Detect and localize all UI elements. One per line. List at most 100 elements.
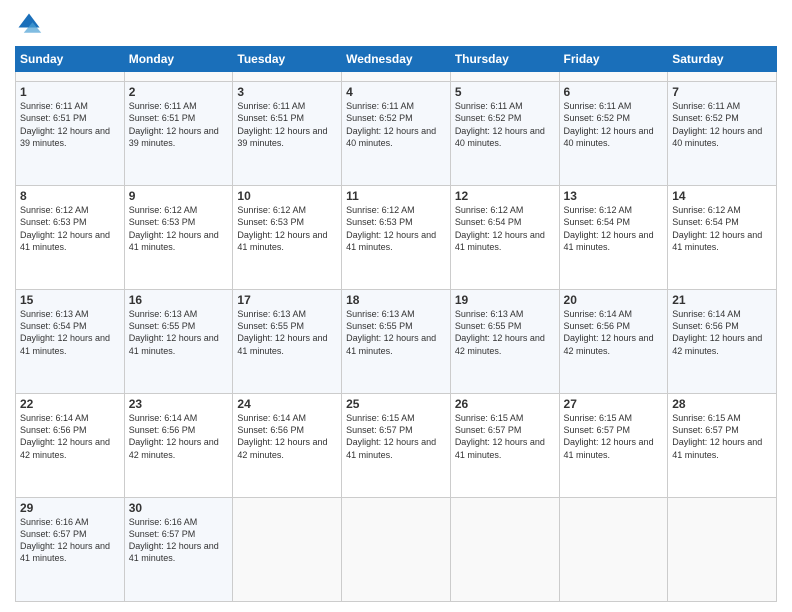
day-number: 1 [20,85,120,99]
calendar-cell: 5 Sunrise: 6:11 AMSunset: 6:52 PMDayligh… [450,82,559,186]
cell-info: Sunrise: 6:11 AMSunset: 6:52 PMDaylight:… [346,101,436,147]
cell-info: Sunrise: 6:12 AMSunset: 6:53 PMDaylight:… [346,205,436,251]
calendar-cell: 17 Sunrise: 6:13 AMSunset: 6:55 PMDaylig… [233,290,342,394]
cell-info: Sunrise: 6:12 AMSunset: 6:54 PMDaylight:… [672,205,762,251]
cell-info: Sunrise: 6:12 AMSunset: 6:53 PMDaylight:… [129,205,219,251]
cell-info: Sunrise: 6:14 AMSunset: 6:56 PMDaylight:… [237,413,327,459]
calendar-cell: 30 Sunrise: 6:16 AMSunset: 6:57 PMDaylig… [124,498,233,602]
day-number: 22 [20,397,120,411]
cell-info: Sunrise: 6:13 AMSunset: 6:55 PMDaylight:… [346,309,436,355]
cell-info: Sunrise: 6:13 AMSunset: 6:55 PMDaylight:… [129,309,219,355]
calendar-cell [559,498,668,602]
calendar-cell: 15 Sunrise: 6:13 AMSunset: 6:54 PMDaylig… [16,290,125,394]
calendar-cell [559,72,668,82]
day-number: 19 [455,293,555,307]
calendar-cell [16,72,125,82]
cell-info: Sunrise: 6:15 AMSunset: 6:57 PMDaylight:… [455,413,545,459]
calendar-cell: 21 Sunrise: 6:14 AMSunset: 6:56 PMDaylig… [668,290,777,394]
day-number: 20 [564,293,664,307]
calendar-cell: 20 Sunrise: 6:14 AMSunset: 6:56 PMDaylig… [559,290,668,394]
calendar-cell: 12 Sunrise: 6:12 AMSunset: 6:54 PMDaylig… [450,186,559,290]
calendar-cell [450,72,559,82]
cell-info: Sunrise: 6:11 AMSunset: 6:51 PMDaylight:… [237,101,327,147]
cell-info: Sunrise: 6:15 AMSunset: 6:57 PMDaylight:… [564,413,654,459]
cell-info: Sunrise: 6:11 AMSunset: 6:52 PMDaylight:… [672,101,762,147]
cell-info: Sunrise: 6:16 AMSunset: 6:57 PMDaylight:… [129,517,219,563]
day-number: 5 [455,85,555,99]
day-number: 18 [346,293,446,307]
calendar-cell [233,498,342,602]
day-number: 11 [346,189,446,203]
calendar-cell: 28 Sunrise: 6:15 AMSunset: 6:57 PMDaylig… [668,394,777,498]
day-number: 14 [672,189,772,203]
calendar-cell [124,72,233,82]
day-number: 2 [129,85,229,99]
day-number: 24 [237,397,337,411]
cell-info: Sunrise: 6:13 AMSunset: 6:55 PMDaylight:… [455,309,545,355]
cell-info: Sunrise: 6:11 AMSunset: 6:52 PMDaylight:… [455,101,545,147]
calendar-cell: 19 Sunrise: 6:13 AMSunset: 6:55 PMDaylig… [450,290,559,394]
calendar-cell: 6 Sunrise: 6:11 AMSunset: 6:52 PMDayligh… [559,82,668,186]
calendar-cell: 16 Sunrise: 6:13 AMSunset: 6:55 PMDaylig… [124,290,233,394]
calendar-header-row: SundayMondayTuesdayWednesdayThursdayFrid… [16,47,777,72]
day-number: 6 [564,85,664,99]
column-header-tuesday: Tuesday [233,47,342,72]
day-number: 7 [672,85,772,99]
calendar-cell: 29 Sunrise: 6:16 AMSunset: 6:57 PMDaylig… [16,498,125,602]
cell-info: Sunrise: 6:15 AMSunset: 6:57 PMDaylight:… [672,413,762,459]
day-number: 28 [672,397,772,411]
calendar-cell: 8 Sunrise: 6:12 AMSunset: 6:53 PMDayligh… [16,186,125,290]
day-number: 17 [237,293,337,307]
calendar-cell [342,498,451,602]
day-number: 4 [346,85,446,99]
calendar-cell: 9 Sunrise: 6:12 AMSunset: 6:53 PMDayligh… [124,186,233,290]
column-header-saturday: Saturday [668,47,777,72]
week-row-5: 29 Sunrise: 6:16 AMSunset: 6:57 PMDaylig… [16,498,777,602]
calendar-cell: 1 Sunrise: 6:11 AMSunset: 6:51 PMDayligh… [16,82,125,186]
day-number: 21 [672,293,772,307]
calendar-cell: 23 Sunrise: 6:14 AMSunset: 6:56 PMDaylig… [124,394,233,498]
calendar-cell [668,72,777,82]
calendar-cell: 4 Sunrise: 6:11 AMSunset: 6:52 PMDayligh… [342,82,451,186]
day-number: 23 [129,397,229,411]
column-header-wednesday: Wednesday [342,47,451,72]
calendar-cell: 7 Sunrise: 6:11 AMSunset: 6:52 PMDayligh… [668,82,777,186]
day-number: 29 [20,501,120,515]
calendar-cell [233,72,342,82]
day-number: 16 [129,293,229,307]
cell-info: Sunrise: 6:12 AMSunset: 6:54 PMDaylight:… [564,205,654,251]
cell-info: Sunrise: 6:11 AMSunset: 6:52 PMDaylight:… [564,101,654,147]
calendar-cell: 10 Sunrise: 6:12 AMSunset: 6:53 PMDaylig… [233,186,342,290]
week-row-2: 8 Sunrise: 6:12 AMSunset: 6:53 PMDayligh… [16,186,777,290]
day-number: 10 [237,189,337,203]
logo-icon [15,10,43,38]
day-number: 12 [455,189,555,203]
cell-info: Sunrise: 6:12 AMSunset: 6:53 PMDaylight:… [20,205,110,251]
logo [15,10,47,38]
day-number: 8 [20,189,120,203]
column-header-monday: Monday [124,47,233,72]
cell-info: Sunrise: 6:14 AMSunset: 6:56 PMDaylight:… [672,309,762,355]
calendar-cell: 2 Sunrise: 6:11 AMSunset: 6:51 PMDayligh… [124,82,233,186]
cell-info: Sunrise: 6:16 AMSunset: 6:57 PMDaylight:… [20,517,110,563]
day-number: 26 [455,397,555,411]
week-row-4: 22 Sunrise: 6:14 AMSunset: 6:56 PMDaylig… [16,394,777,498]
day-number: 3 [237,85,337,99]
column-header-sunday: Sunday [16,47,125,72]
page: SundayMondayTuesdayWednesdayThursdayFrid… [0,0,792,612]
week-row-3: 15 Sunrise: 6:13 AMSunset: 6:54 PMDaylig… [16,290,777,394]
cell-info: Sunrise: 6:11 AMSunset: 6:51 PMDaylight:… [129,101,219,147]
calendar-cell: 25 Sunrise: 6:15 AMSunset: 6:57 PMDaylig… [342,394,451,498]
calendar-cell: 18 Sunrise: 6:13 AMSunset: 6:55 PMDaylig… [342,290,451,394]
calendar-table: SundayMondayTuesdayWednesdayThursdayFrid… [15,46,777,602]
cell-info: Sunrise: 6:14 AMSunset: 6:56 PMDaylight:… [129,413,219,459]
cell-info: Sunrise: 6:12 AMSunset: 6:53 PMDaylight:… [237,205,327,251]
week-row-0 [16,72,777,82]
header [15,10,777,38]
column-header-thursday: Thursday [450,47,559,72]
calendar-cell [668,498,777,602]
cell-info: Sunrise: 6:13 AMSunset: 6:54 PMDaylight:… [20,309,110,355]
calendar-cell: 24 Sunrise: 6:14 AMSunset: 6:56 PMDaylig… [233,394,342,498]
calendar-cell [342,72,451,82]
cell-info: Sunrise: 6:12 AMSunset: 6:54 PMDaylight:… [455,205,545,251]
